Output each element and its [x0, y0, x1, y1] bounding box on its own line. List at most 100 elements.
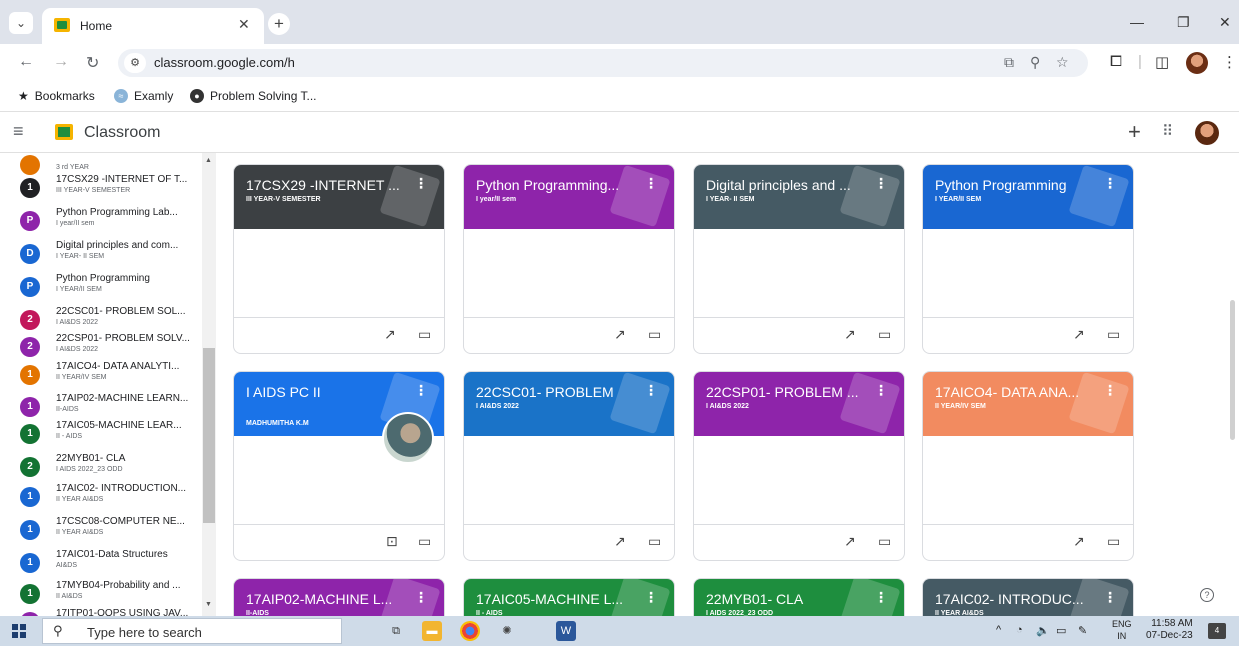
pen-icon[interactable]: ✎	[1078, 624, 1087, 637]
bookmark-bookmarks[interactable]: ★ Bookmarks	[18, 89, 95, 103]
gradebook-trend-icon[interactable]: ↗	[614, 326, 626, 343]
card-header[interactable]: 17CSX29 -INTERNET ... III YEAR-V SEMESTER…	[234, 165, 444, 229]
card-title[interactable]: 22CSP01- PROBLEM ...	[706, 384, 859, 400]
word-icon[interactable]: W	[556, 621, 576, 641]
google-apps-icon[interactable]: ⠿	[1162, 122, 1173, 140]
classroom-logo-icon[interactable]	[55, 124, 73, 140]
sidebar-class-item[interactable]: 1 17AIC01-Data Structures AI&DS	[0, 545, 200, 579]
drive-folder-icon[interactable]: ▭	[418, 533, 431, 550]
class-card[interactable]: 17AIP02-MACHINE L... II-AIDS ⋮	[233, 578, 445, 618]
task-view-icon[interactable]: ⧉	[386, 621, 406, 641]
card-title[interactable]: I AIDS PC II	[246, 384, 321, 400]
card-more-icon[interactable]: ⋮	[874, 589, 888, 606]
tab-search-button[interactable]: ⌄	[9, 12, 33, 34]
card-more-icon[interactable]: ⋮	[1103, 175, 1117, 192]
bookmark-examly[interactable]: ≈ Examly	[114, 89, 173, 103]
window-close-icon[interactable]: ✕	[1219, 14, 1231, 31]
card-header[interactable]: 17AICO4- DATA ANA... II YEAR/IV SEM ⋮	[923, 372, 1133, 436]
class-card[interactable]: 22CSC01- PROBLEM I AI&DS 2022 ⋮ ↗ ▭	[463, 371, 675, 561]
notifications-icon[interactable]: 4	[1208, 623, 1226, 639]
bookmark-problem-solving[interactable]: ● Problem Solving T...	[190, 89, 317, 103]
restore-icon[interactable]: ❐	[1177, 14, 1190, 31]
show-hidden-icons[interactable]: ^	[996, 624, 1001, 636]
page-scrollbar[interactable]	[1230, 300, 1235, 440]
sidebar-class-item[interactable]: 1 17CSX29 -INTERNET OF T... III YEAR-V SEM…	[0, 170, 200, 204]
sidebar-class-item[interactable]: 1 17AICO4- DATA ANALYTI... II YEAR/IV SEM	[0, 357, 200, 391]
card-title[interactable]: 17AIC02- INTRODUC...	[935, 591, 1084, 607]
sidebar-class-item[interactable]: 1 17AIC02- INTRODUCTION... II YEAR AI&DS	[0, 479, 200, 513]
card-title[interactable]: 22CSC01- PROBLEM	[476, 384, 614, 400]
zoom-icon[interactable]: ⚲	[1030, 54, 1040, 71]
drive-folder-icon[interactable]: ▭	[878, 533, 891, 550]
card-title[interactable]: 17CSX29 -INTERNET ...	[246, 177, 400, 193]
class-card[interactable]: Digital principles and ... I YEAR- II SEM…	[693, 164, 905, 354]
class-card[interactable]: Python Programming... I year/II sem ⋮ ↗ ▭	[463, 164, 675, 354]
card-more-icon[interactable]: ⋮	[644, 589, 658, 606]
card-more-icon[interactable]: ⋮	[874, 175, 888, 192]
drive-folder-icon[interactable]: ▭	[418, 326, 431, 343]
sidebar-scroll-thumb[interactable]	[203, 348, 215, 523]
sidebar-class-item[interactable]: P Python Programming Lab... I year/II sem	[0, 203, 200, 237]
card-title[interactable]: 22MYB01- CLA	[706, 591, 803, 607]
card-header[interactable]: 22CSC01- PROBLEM I AI&DS 2022 ⋮	[464, 372, 674, 436]
class-card[interactable]: 17AIC02- INTRODUC... II YEAR AI&DS ⋮	[922, 578, 1134, 618]
file-explorer-icon[interactable]: ▬	[422, 621, 442, 641]
class-card[interactable]: 22CSP01- PROBLEM ... I AI&DS 2022 ⋮ ↗ ▭	[693, 371, 905, 561]
card-title[interactable]: Python Programming	[935, 177, 1067, 193]
card-header[interactable]: Python Programming... I year/II sem ⋮	[464, 165, 674, 229]
browser-menu-icon[interactable]: ⋮	[1222, 53, 1237, 71]
taskbar-search[interactable]: ⚲ Type here to search	[42, 618, 342, 644]
drive-folder-icon[interactable]: ▭	[648, 326, 661, 343]
extensions-icon[interactable]: ⧠	[1110, 53, 1122, 70]
app-title[interactable]: Classroom	[84, 124, 160, 142]
gradebook-trend-icon[interactable]: ↗	[614, 533, 626, 550]
battery-icon[interactable]: ▭	[1056, 624, 1066, 637]
minimize-icon[interactable]: —	[1130, 14, 1144, 30]
windows-start-icon[interactable]	[12, 624, 26, 638]
sidebar-class-item[interactable]: 17ITP01-OOPS USING JAV...	[0, 604, 200, 616]
card-header[interactable]: 22CSP01- PROBLEM ... I AI&DS 2022 ⋮	[694, 372, 904, 436]
bookmark-star-icon[interactable]: ☆	[1056, 54, 1069, 71]
scroll-up-arrow-icon[interactable]: ▲	[205, 157, 212, 164]
class-card[interactable]: 17AICO4- DATA ANA... II YEAR/IV SEM ⋮ ↗ ▭	[922, 371, 1134, 561]
drive-folder-icon[interactable]: ▭	[1107, 326, 1120, 343]
class-card[interactable]: Python Programming I YEAR/II SEM ⋮ ↗ ▭	[922, 164, 1134, 354]
sidebar-class-item[interactable]: D Digital principles and com... I YEAR- II…	[0, 236, 200, 270]
card-more-icon[interactable]: ⋮	[414, 382, 428, 399]
wifi-icon[interactable]: ◔	[1016, 624, 1023, 636]
gradebook-trend-icon[interactable]: ↗	[1073, 533, 1085, 550]
card-more-icon[interactable]: ⋮	[414, 589, 428, 606]
account-avatar[interactable]	[1195, 121, 1219, 145]
new-tab-button[interactable]: +	[268, 13, 290, 35]
cast-icon[interactable]: ⧉	[1004, 54, 1014, 71]
class-card[interactable]: 17AIC05-MACHINE L... II - AIDS ⋮	[463, 578, 675, 618]
scroll-down-arrow-icon[interactable]: ▼	[205, 601, 212, 608]
card-header[interactable]: Python Programming I YEAR/II SEM ⋮	[923, 165, 1133, 229]
card-more-icon[interactable]: ⋮	[644, 382, 658, 399]
site-info-icon[interactable]: ⚙	[124, 53, 146, 73]
card-more-icon[interactable]: ⋮	[1103, 382, 1117, 399]
class-card[interactable]: I AIDS PC II MADHUMITHA K.M ⋮ ⊡ ▭	[233, 371, 445, 561]
help-icon[interactable]: ?	[1200, 588, 1214, 602]
side-panel-icon[interactable]: ◫	[1155, 53, 1169, 71]
forward-icon[interactable]: →	[53, 53, 69, 71]
sidebar-class-item[interactable]: 1 17CSC08-COMPUTER NE... II YEAR AI&DS	[0, 512, 200, 546]
sidebar-class-item[interactable]: 1 17AIC05-MACHINE LEAR... II - AIDS	[0, 416, 200, 450]
card-more-icon[interactable]: ⋮	[1103, 589, 1117, 606]
class-card[interactable]: 17CSX29 -INTERNET ... III YEAR-V SEMESTER…	[233, 164, 445, 354]
gradebook-trend-icon[interactable]: ↗	[844, 326, 856, 343]
volume-icon[interactable]: 🔈	[1036, 624, 1050, 637]
app-icon[interactable]: ✺	[497, 621, 517, 641]
card-more-icon[interactable]: ⋮	[874, 382, 888, 399]
card-title[interactable]: 17AICO4- DATA ANA...	[935, 384, 1079, 400]
drive-folder-icon[interactable]: ▭	[648, 533, 661, 550]
card-header[interactable]: Digital principles and ... I YEAR- II SEM…	[694, 165, 904, 229]
create-join-class-button[interactable]: +	[1128, 119, 1141, 145]
clock[interactable]: 11:58 AM 07-Dec-23	[1146, 618, 1193, 642]
reload-icon[interactable]: ↻	[86, 53, 99, 73]
language-indicator[interactable]: ENG IN	[1112, 618, 1132, 642]
card-title[interactable]: 17AIC05-MACHINE L...	[476, 591, 623, 607]
back-icon[interactable]: ←	[18, 53, 34, 71]
class-card[interactable]: 22MYB01- CLA I AIDS 2022_23 ODD ⋮	[693, 578, 905, 618]
tab-close-icon[interactable]: ✕	[238, 16, 250, 33]
